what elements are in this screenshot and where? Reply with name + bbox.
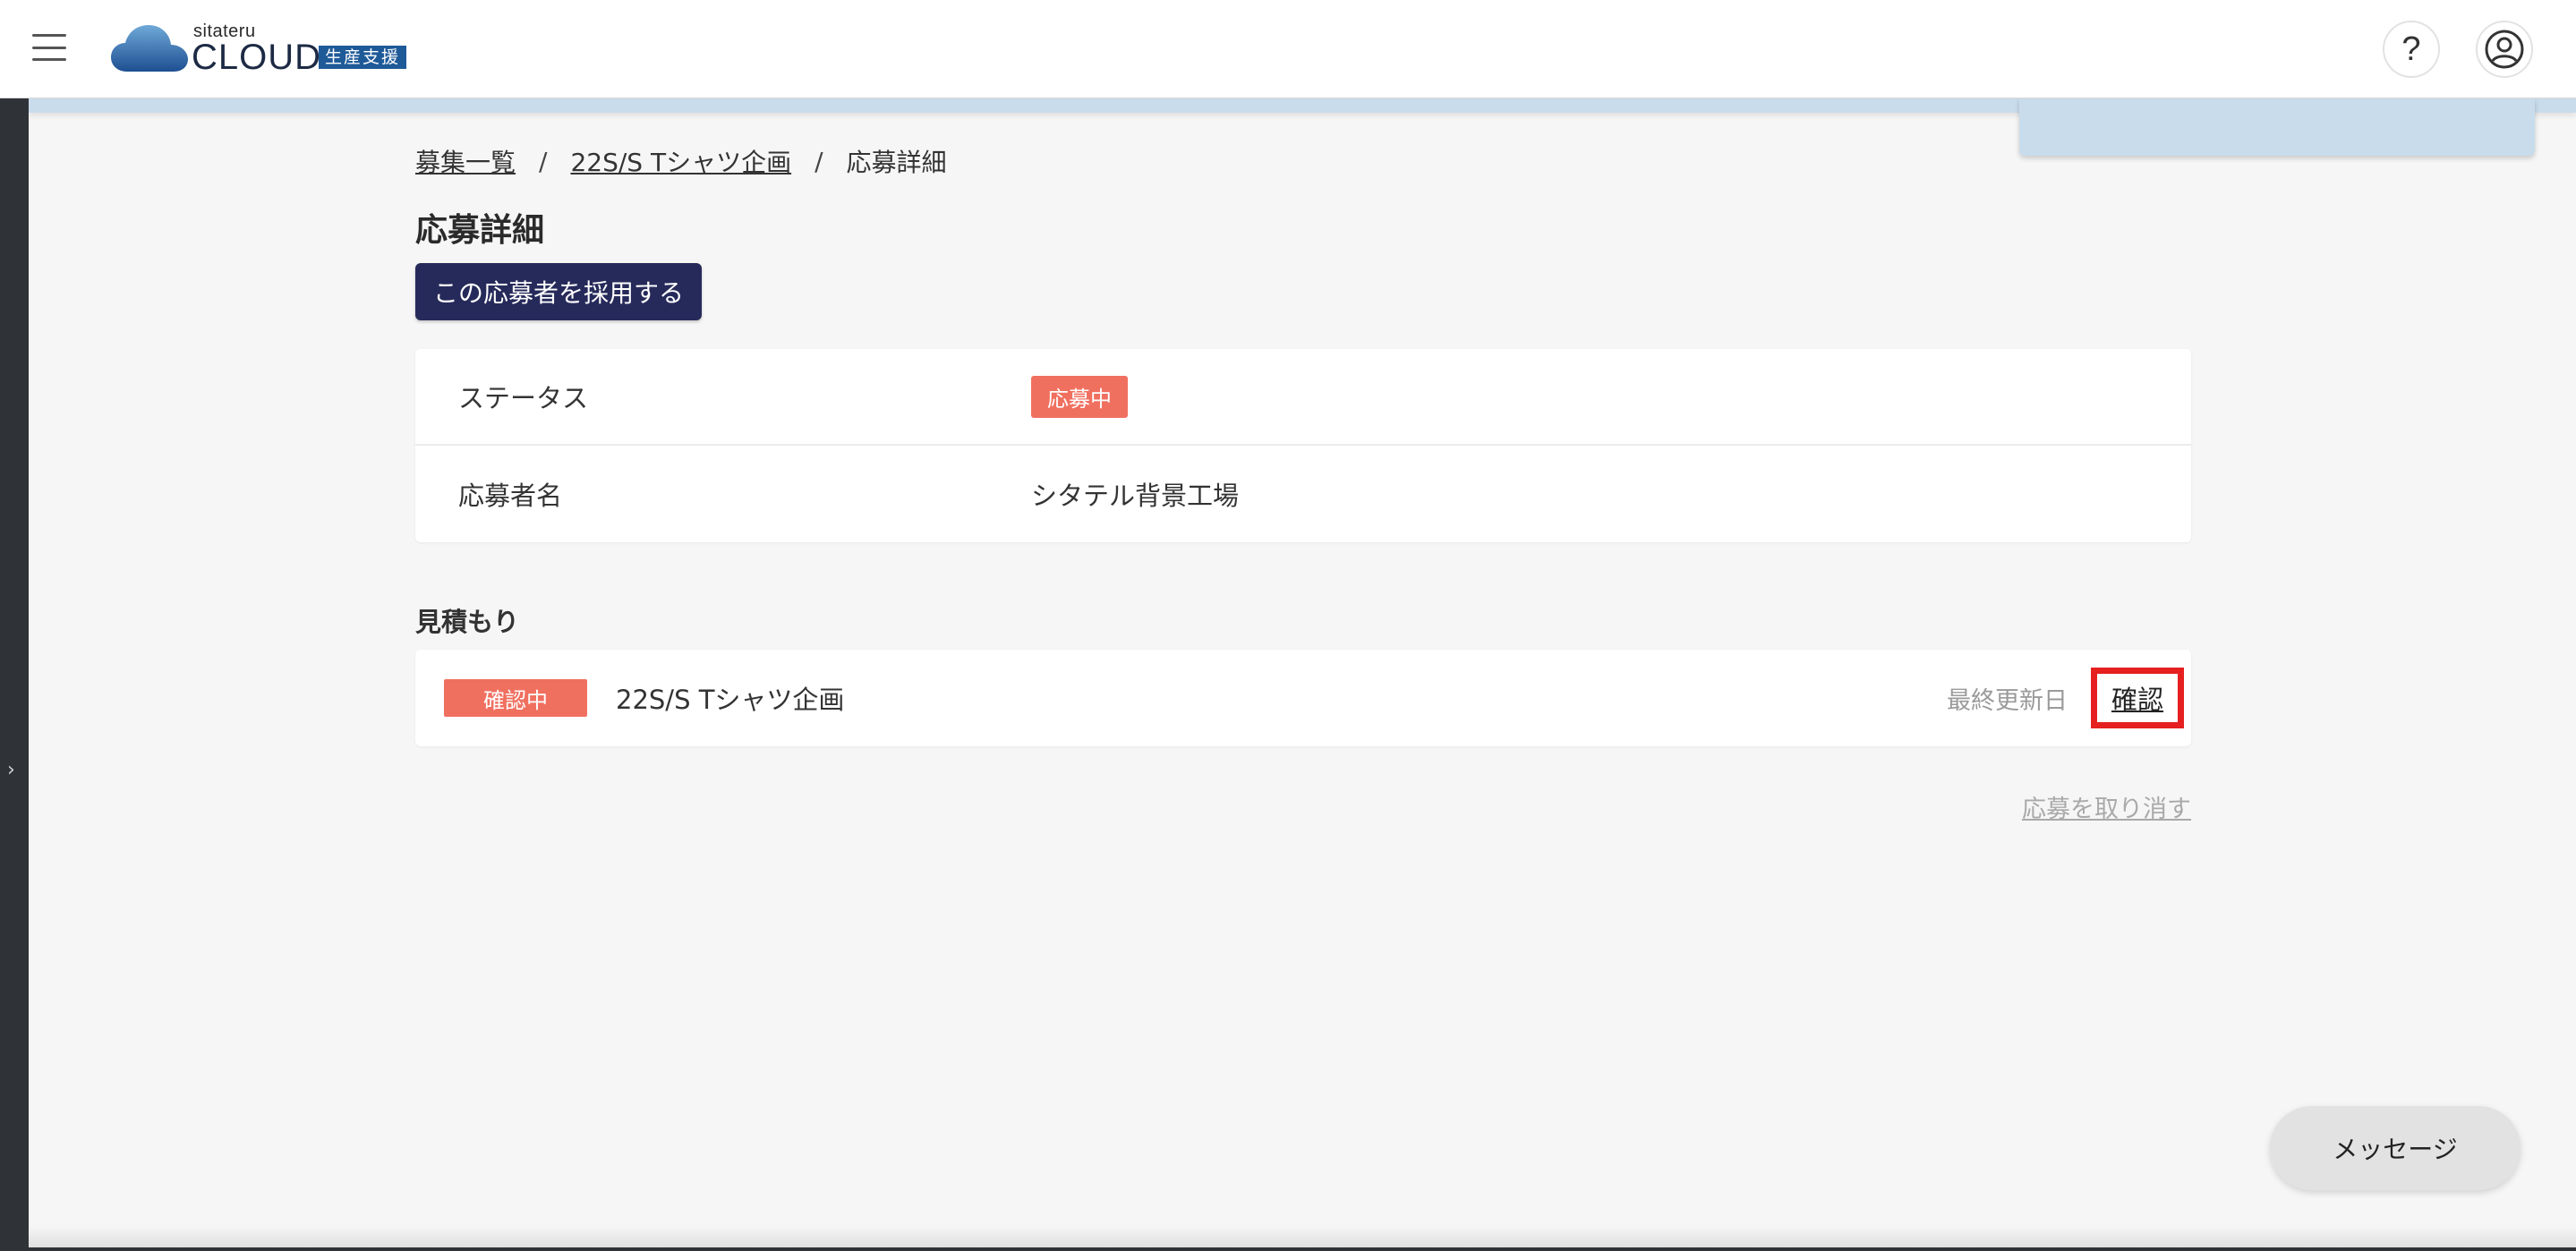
- breadcrumb: 募集一覧 / 22S/S Tシャツ企画 / 応募詳細: [415, 134, 2191, 188]
- estimate-title: 22S/S Tシャツ企画: [616, 685, 845, 715]
- application-info-card: ステータス 応募中 応募者名 シタテル背景工場: [415, 349, 2191, 542]
- logo-main-text: CLOUD: [192, 38, 322, 77]
- estimate-status-badge: 確認中: [444, 679, 587, 717]
- breadcrumb-separator: /: [539, 146, 548, 176]
- breadcrumb-recruit-list[interactable]: 募集一覧: [415, 143, 516, 179]
- account-button[interactable]: [2476, 21, 2533, 78]
- estimate-card: 確認中 22S/S Tシャツ企画 最終更新日 確認: [415, 650, 2191, 746]
- breadcrumb-project[interactable]: 22S/S Tシャツ企画: [570, 143, 791, 179]
- app-root: sitateru CLOUD 生産支援 ? › 募集一覧 / 22S/S Tシャ…: [0, 0, 2576, 1251]
- help-button[interactable]: ?: [2383, 21, 2440, 78]
- status-label: ステータス: [458, 383, 589, 413]
- cloud-logo-icon: [111, 25, 188, 72]
- confirm-estimate-link[interactable]: 確認: [2091, 668, 2184, 728]
- applicant-name-value: シタテル背景工場: [1031, 481, 1240, 511]
- last-updated-label: 最終更新日: [1947, 686, 2068, 715]
- chevron-right-icon[interactable]: ›: [7, 759, 21, 781]
- hamburger-menu-icon[interactable]: [32, 34, 66, 61]
- info-row-applicant: 応募者名 シタテル背景工場: [415, 446, 2191, 542]
- question-mark-icon: ?: [2401, 30, 2421, 68]
- user-circle-icon: [2485, 30, 2524, 69]
- page-title: 応募詳細: [415, 212, 545, 249]
- status-value: 応募中: [1031, 375, 1128, 418]
- sitateru-cloud-logo[interactable]: sitateru CLOUD 生産支援: [111, 21, 415, 77]
- breadcrumb-current: 応募詳細: [846, 148, 947, 177]
- withdraw-row: 応募を取り消す: [415, 789, 2191, 824]
- main-content: 募集一覧 / 22S/S Tシャツ企画 / 応募詳細 応募詳細 この応募者を採用…: [415, 134, 2191, 824]
- adopt-applicant-button[interactable]: この応募者を採用する: [415, 263, 703, 320]
- status-badge: 応募中: [1031, 375, 1128, 418]
- top-header: sitateru CLOUD 生産支援 ?: [0, 0, 2576, 98]
- message-button[interactable]: メッセージ: [2270, 1106, 2521, 1190]
- applicant-name-label: 応募者名: [458, 481, 563, 511]
- collapsed-sidebar[interactable]: ›: [0, 98, 29, 1251]
- estimate-section-label: 見積もり: [415, 607, 520, 637]
- withdraw-application-link[interactable]: 応募を取り消す: [2022, 796, 2191, 823]
- logo-badge: 生産支援: [319, 46, 407, 69]
- info-row-status: ステータス 応募中: [415, 349, 2191, 446]
- bottom-bar: [0, 1247, 2576, 1251]
- breadcrumb-separator: /: [815, 146, 823, 176]
